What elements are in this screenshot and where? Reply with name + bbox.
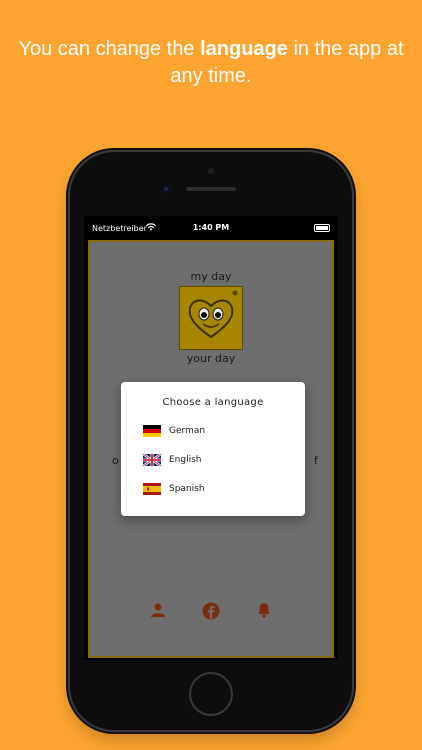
home-button <box>189 672 233 716</box>
facebook-icon[interactable] <box>201 602 221 624</box>
my-day-label: my day <box>190 270 232 283</box>
background-text-right: f <box>314 454 318 467</box>
language-option-label: English <box>169 455 202 465</box>
power-button <box>352 276 356 316</box>
background-text-left: o <box>112 454 119 467</box>
language-option-label: German <box>169 426 206 436</box>
bell-icon[interactable] <box>254 602 274 622</box>
front-camera <box>162 185 170 193</box>
headline-text-before: You can change the <box>18 38 201 60</box>
uk-flag-icon <box>143 454 161 466</box>
language-dialog: Choose a language German English Spanish <box>121 382 305 516</box>
language-option-label: Spanish <box>169 484 205 494</box>
person-icon[interactable] <box>148 602 168 622</box>
phone-frame: Netzbetreiber 1:40 PM my day your day o … <box>70 152 352 730</box>
battery-icon <box>314 224 330 232</box>
language-option-german[interactable]: German <box>143 423 205 439</box>
headline-bold-word: language <box>200 38 288 60</box>
earpiece-speaker <box>186 187 236 191</box>
spanish-flag-icon <box>143 483 161 495</box>
app-content: my day your day o f Choose a language Ge… <box>88 240 334 658</box>
language-option-spanish[interactable]: Spanish <box>143 481 205 497</box>
promo-headline: You can change the language in the app a… <box>0 36 422 90</box>
your-day-label: your day <box>186 352 236 365</box>
language-option-english[interactable]: English <box>143 452 202 468</box>
status-bar: Netzbetreiber 1:40 PM <box>84 216 338 238</box>
phone-screen: Netzbetreiber 1:40 PM my day your day o … <box>84 216 338 660</box>
heart-face-logo-icon <box>179 286 243 350</box>
german-flag-icon <box>143 425 161 437</box>
proximity-sensor <box>208 168 214 174</box>
dialog-title: Choose a language <box>162 397 264 408</box>
status-time: 1:40 PM <box>192 223 230 232</box>
